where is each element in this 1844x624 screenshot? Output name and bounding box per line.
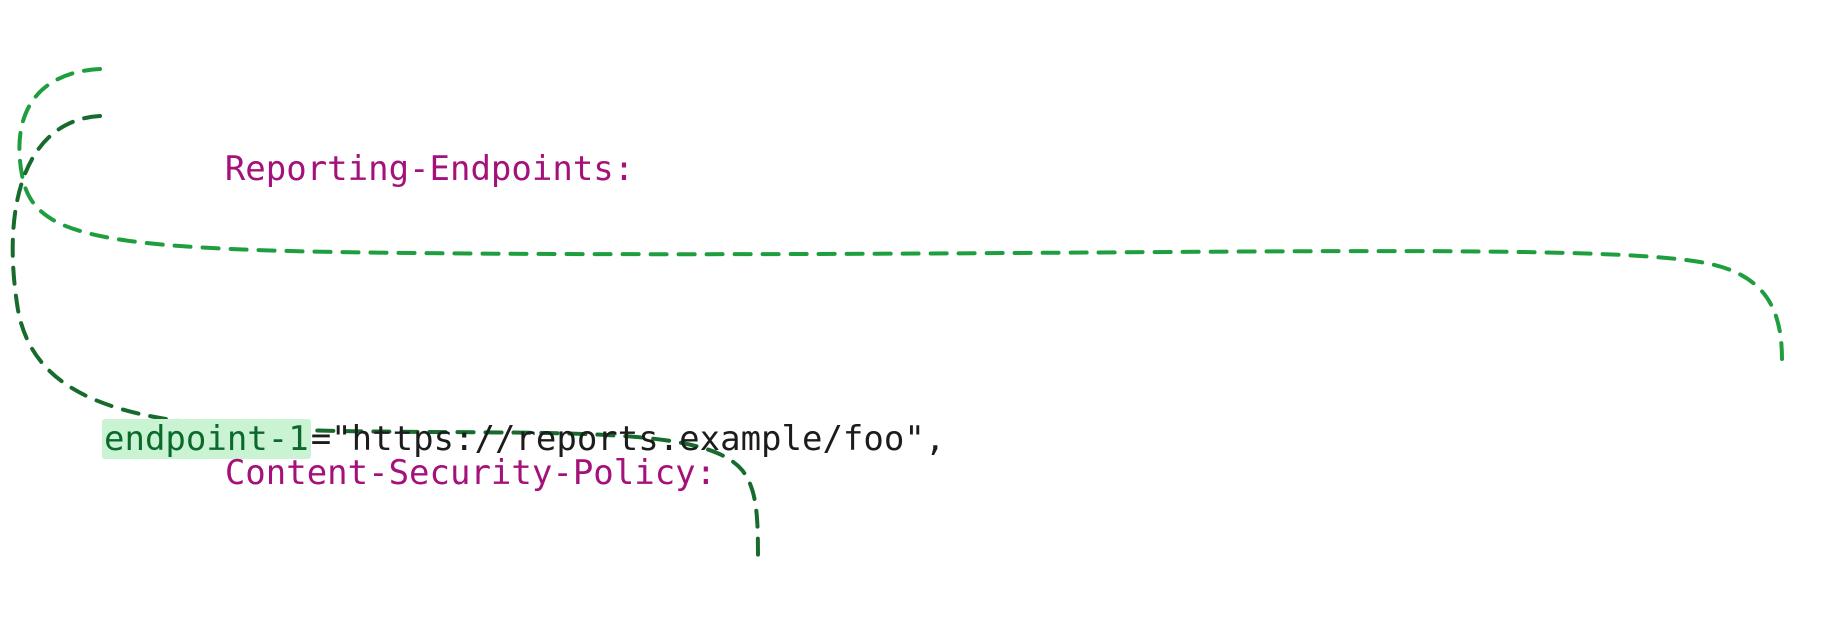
reporting-endpoints-header: Reporting-Endpoints: xyxy=(102,102,945,237)
diagram-stage: Reporting-Endpoints: endpoint-1="https:/… xyxy=(0,0,1844,624)
header-name-reporting: Reporting-Endpoints: xyxy=(225,149,634,189)
document-policy-block: Document-Policy: document-write=?0; repo… xyxy=(102,520,925,624)
dp-header: Document-Policy: xyxy=(102,610,925,624)
header-name-csp: Content-Security-Policy: xyxy=(225,453,716,493)
